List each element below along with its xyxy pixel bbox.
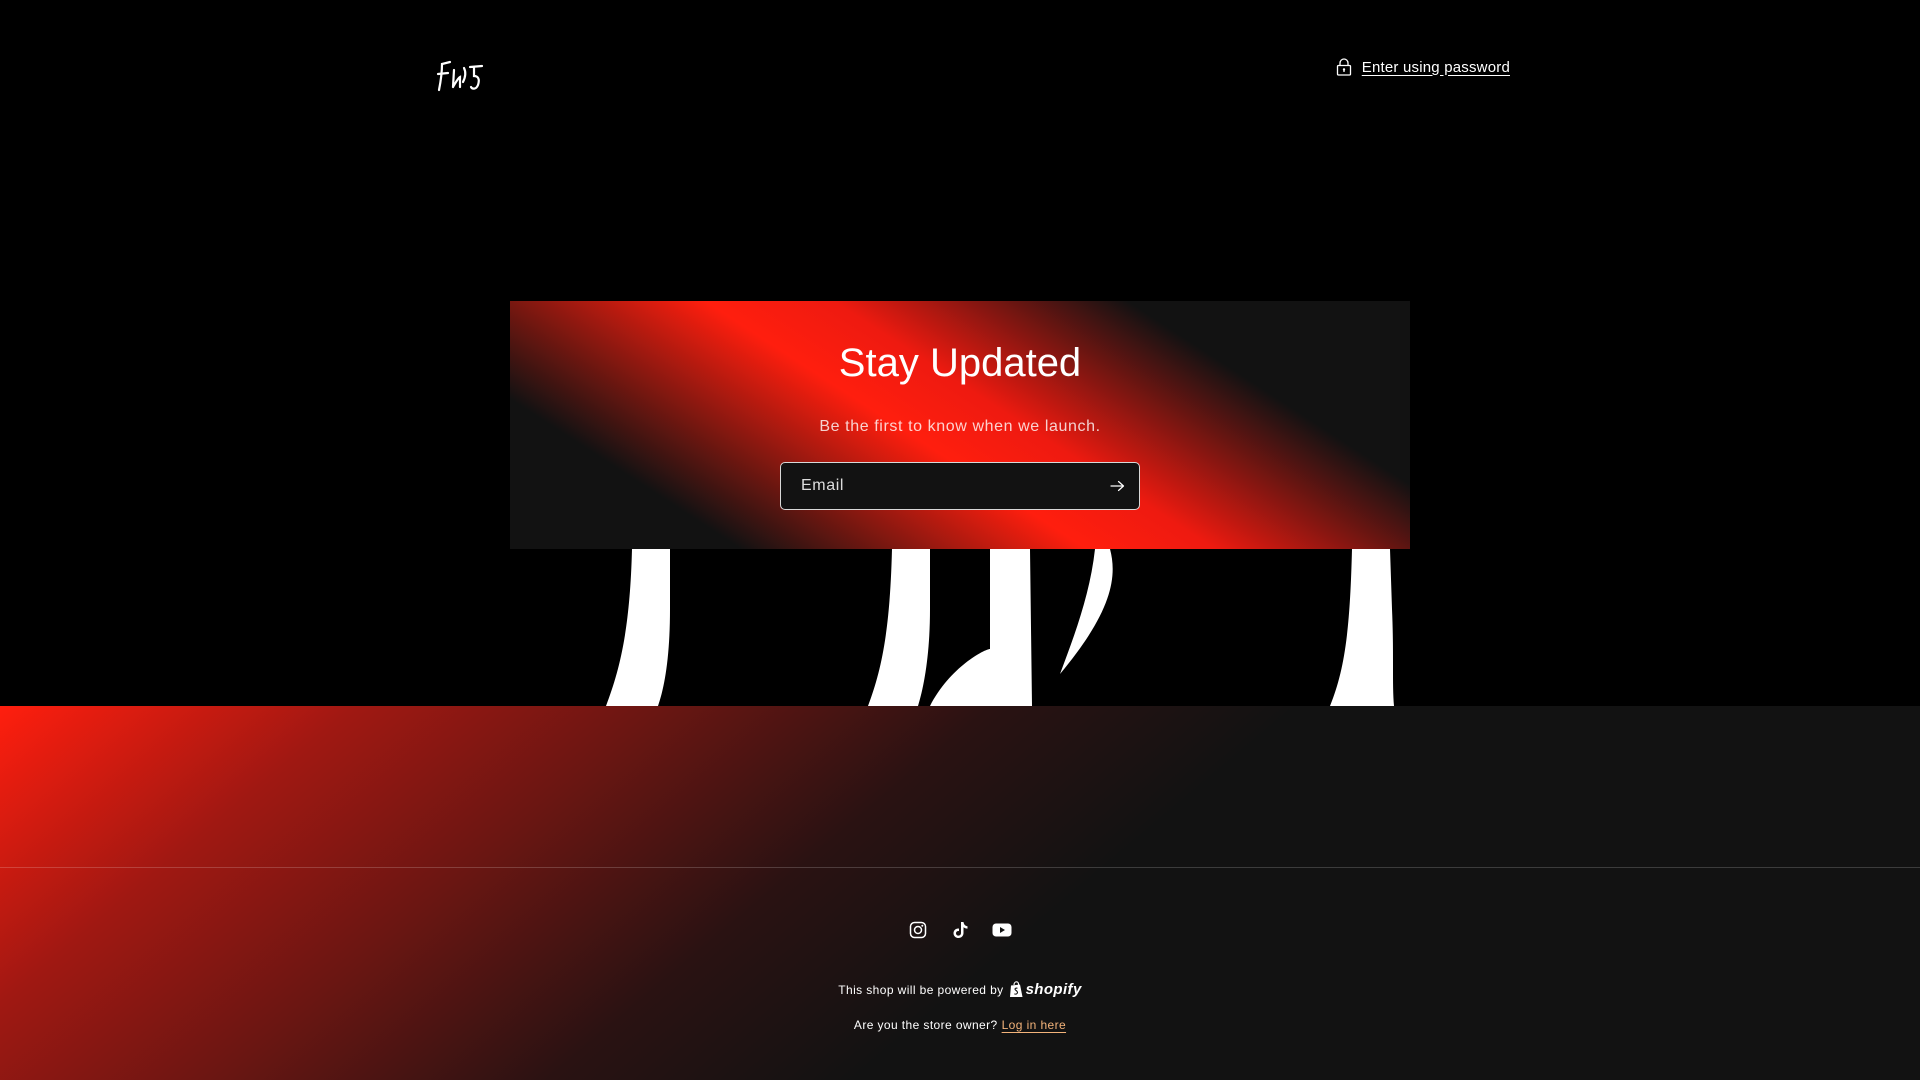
hero-logo-art	[0, 549, 1920, 706]
enter-password-link[interactable]: Enter using password	[1336, 58, 1510, 76]
social-links	[0, 919, 1920, 941]
newsletter-card: Stay Updated Be the first to know when w…	[510, 301, 1410, 549]
enter-password-label: Enter using password	[1361, 58, 1510, 76]
brand-logo[interactable]	[436, 60, 486, 92]
arrow-right-icon	[1109, 480, 1124, 492]
newsletter-title: Stay Updated	[838, 341, 1082, 385]
youtube-link[interactable]	[991, 919, 1013, 941]
email-field-wrapper	[780, 462, 1140, 510]
store-owner-line: Are you the store owner? Log in here	[0, 1018, 1920, 1032]
tiktok-link[interactable]	[949, 919, 971, 941]
store-owner-text: Are you the store owner?	[853, 1018, 998, 1032]
lock-icon	[1336, 58, 1351, 76]
youtube-icon	[992, 923, 1012, 937]
instagram-icon	[909, 921, 927, 939]
login-link[interactable]: Log in here	[1002, 1018, 1066, 1032]
header: Enter using password	[0, 0, 1920, 150]
tiktok-icon	[953, 922, 968, 938]
footer-divider	[0, 867, 1920, 868]
hero-brush-strokes	[606, 549, 1394, 706]
shopify-bag-icon	[1009, 981, 1023, 997]
powered-by-text: This shop will be powered by	[838, 982, 1004, 997]
footer: This shop will be powered by shopify Are…	[0, 706, 1920, 1080]
instagram-link[interactable]	[907, 919, 929, 941]
email-input[interactable]	[781, 463, 1101, 509]
shopify-link[interactable]: shopify	[1009, 981, 1082, 998]
powered-by: This shop will be powered by shopify	[0, 981, 1920, 998]
shopify-wordmark: shopify	[1025, 981, 1082, 998]
newsletter-subtitle: Be the first to know when we launch.	[819, 418, 1101, 435]
subscribe-submit-button[interactable]	[1095, 463, 1139, 509]
